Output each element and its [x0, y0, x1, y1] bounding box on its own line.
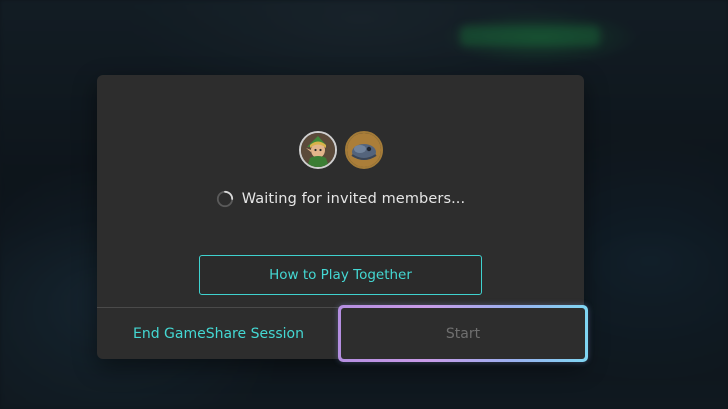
host-avatar — [298, 131, 337, 169]
waiting-status: Waiting for invited members... — [97, 190, 584, 208]
start-button-focus-ring: Start — [338, 305, 588, 362]
waiting-status-text: Waiting for invited members... — [241, 191, 466, 207]
elf-character-avatar-icon — [300, 133, 335, 167]
loading-spinner-icon — [216, 190, 233, 208]
how-to-play-together-button[interactable]: How to Play Together — [199, 255, 482, 295]
creature-avatar-icon — [346, 133, 381, 167]
end-gameshare-session-button[interactable]: End GameShare Session — [97, 308, 340, 359]
invited-member-avatar — [344, 131, 383, 169]
start-button[interactable]: Start — [341, 308, 585, 359]
member-avatars — [97, 131, 584, 173]
gameshare-screen: Waiting for invited members... How to Pl… — [0, 0, 728, 409]
